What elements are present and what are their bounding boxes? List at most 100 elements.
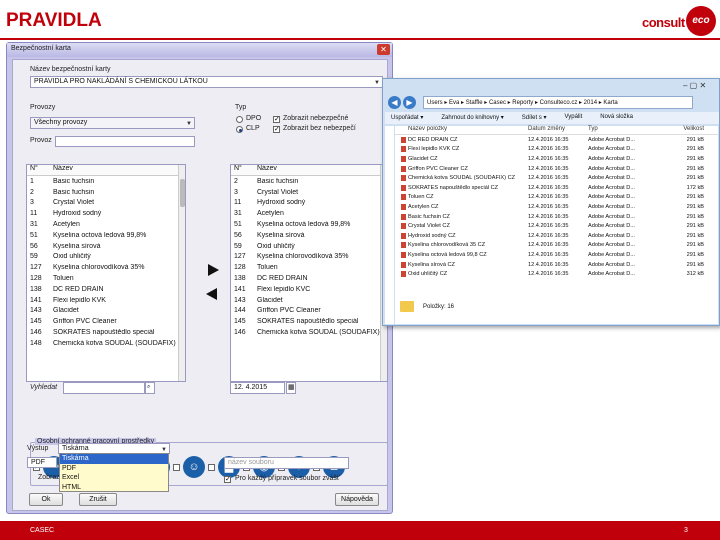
list-item[interactable]: 3 Crystal Violet [231, 187, 387, 198]
window-controls[interactable]: – ▢ ✕ [683, 81, 706, 90]
file-row[interactable]: Flexi lepidlo KVK CZ 12.4.2016 16:35 Adobe… [395, 145, 718, 155]
navigation-pane[interactable] [385, 126, 394, 324]
list-item[interactable]: 56 Kyselina sírová [231, 230, 387, 241]
ppe-checkbox[interactable] [173, 463, 180, 471]
ppe-checkbox[interactable] [208, 463, 215, 471]
col-name-header[interactable]: Název [53, 165, 73, 175]
available-substances-list[interactable]: N° Název 1 Basic fuchsin 2 Basic fuchsin 3 Cr… [26, 164, 186, 382]
file-row[interactable]: Toluen CZ 12.4.2016 16:35 Adobe Acrobat D.… [395, 193, 718, 203]
list-item[interactable]: 141 Flexi lepidlo KVK [27, 295, 185, 306]
col-number-header[interactable]: N° [231, 165, 257, 175]
forward-icon[interactable]: ▶ [403, 96, 416, 109]
list-item[interactable]: 3 Crystal Violet [27, 198, 185, 209]
output-option[interactable]: Excel [60, 473, 168, 483]
list-item[interactable]: 138 DC RED DRAIN [27, 284, 185, 295]
file-size: 312 kB [686, 271, 704, 278]
col-name[interactable]: Název položky [408, 126, 528, 134]
file-row[interactable]: Chemická kotva SOUDAL (SOUDAFIX) CZ 12.4.… [395, 173, 718, 183]
list-item[interactable]: 143 Glacidet [27, 306, 185, 317]
list-item[interactable]: 59 Oxid uhličitý [27, 252, 185, 263]
file-list[interactable]: Název položky Datum změny Typ Velikost D… [395, 126, 718, 324]
list-item[interactable]: 146 Chemická kotva SOUDAL (SOUDAFIX) [231, 327, 387, 338]
dialog-titlebar[interactable]: Bezpečnostní karta [7, 43, 392, 57]
checkbox-file-per-product[interactable]: ✓ [224, 476, 231, 483]
ok-button[interactable]: Ok [29, 493, 63, 506]
col-number-header[interactable]: N° [27, 165, 53, 175]
calendar-icon[interactable]: ▦ [286, 382, 296, 394]
list-item[interactable]: 127 Kyselina chlorovodíková 35% [27, 262, 185, 273]
list-item[interactable]: 141 Flexi lepidlo KVC [231, 284, 387, 295]
file-row[interactable]: Griffon PVC Cleaner CZ 12.4.2016 16:35 Ado… [395, 164, 718, 174]
move-right-arrow-icon[interactable] [208, 264, 219, 276]
list-item[interactable]: 128 Toluen [231, 262, 387, 273]
col-name-header[interactable]: Název [257, 165, 277, 175]
provozy-select[interactable]: Všechny provozy ▼ [30, 117, 195, 129]
list-item[interactable]: 51 Kyselina octová ledová 99,8% [27, 230, 185, 241]
file-row[interactable]: DC RED DRAIN CZ 12.4.2016 16:35 Adobe Acro… [395, 135, 718, 145]
list-item[interactable]: 145 SOKRATES napouštědlo speciál [231, 316, 387, 327]
cancel-button[interactable]: Zrušit [79, 493, 117, 506]
sheet-name-select[interactable]: PRAVIDLA PRO NAKLÁDÁNÍ S CHEMICKOU LÁTKO… [30, 76, 383, 88]
file-row[interactable]: Oxid uhličitý CZ 12.4.2016 16:35 Adobe Acr… [395, 269, 718, 279]
help-button[interactable]: Nápověda [335, 493, 379, 506]
search-input[interactable] [63, 382, 145, 394]
list-item[interactable]: 31 Acetylen [231, 208, 387, 219]
list-item[interactable]: 2 Basic fuchsin [231, 176, 387, 187]
toolbar-include-library[interactable]: Zahrnout do knihovny ▾ [441, 114, 503, 122]
list-item[interactable]: 138 DC RED DRAIN [231, 273, 387, 284]
toolbar-burn[interactable]: Vypálit [564, 114, 582, 122]
list-item[interactable]: 11 Hydroxid sodný [231, 198, 387, 209]
list-item[interactable]: 128 Toluen [27, 273, 185, 284]
file-row[interactable]: Hydroxid sodný CZ 12.4.2016 16:35 Adobe Ac… [395, 231, 718, 241]
file-row[interactable]: Kyselina sírová CZ 12.4.2016 16:35 Adobe A… [395, 260, 718, 270]
list-item[interactable]: 146 SOKRATES napouštědlo speciál [27, 327, 185, 338]
radio-clp[interactable] [236, 126, 243, 133]
file-row[interactable]: Kyselina chlorovodíková 35 CZ 12.4.2016 1… [395, 241, 718, 251]
search-icon[interactable]: ⌕ [145, 382, 155, 394]
list-item[interactable]: 144 Griffon PVC Cleaner [231, 306, 387, 317]
scrollbar[interactable] [178, 165, 185, 381]
show-hazardous-label: Zobrazit nebezpečné [283, 115, 349, 122]
checkbox-show-nonhazardous[interactable]: ✓ [273, 126, 280, 133]
list-item[interactable]: 2 Basic fuchsin [27, 187, 185, 198]
pdf-select[interactable]: PDF [27, 457, 57, 468]
dialog-close-button[interactable]: ✕ [377, 44, 390, 55]
output-dropdown-list[interactable]: Tiskárna PDF Excel HTML [59, 453, 169, 492]
toolbar-share[interactable]: Sdílet s ▾ [522, 114, 547, 122]
provozy-value: Všechny provozy [34, 119, 88, 126]
file-row[interactable]: Kyselina octová ledová 99,8 CZ 12.4.2016 … [395, 250, 718, 260]
list-item[interactable]: 127 Kyselina chlorovodíková 35% [231, 252, 387, 263]
radio-dpo[interactable] [236, 116, 243, 123]
output-option[interactable]: PDF [60, 464, 168, 474]
toolbar-organize[interactable]: Uspořádat ▾ [391, 114, 423, 122]
list-item[interactable]: 143 Glacidet [231, 295, 387, 306]
output-option[interactable]: Tiskárna [60, 454, 168, 464]
list-item[interactable]: 11 Hydroxid sodný [27, 208, 185, 219]
move-left-arrow-icon[interactable] [206, 288, 217, 300]
item-name: DC RED DRAIN [53, 285, 104, 293]
list-item[interactable]: 31 Acetylen [27, 219, 185, 230]
filename-input[interactable]: název souboru [224, 457, 349, 469]
date-field[interactable]: 12. 4.2015 [230, 382, 285, 394]
provoz-input[interactable] [55, 136, 195, 147]
list-item[interactable]: 148 Chemická kotva SOUDAL (SOUDAFIX) [27, 338, 185, 349]
file-row[interactable]: SOKRATES napouštědlo speciál CZ 12.4.2016… [395, 183, 718, 193]
selected-substances-list[interactable]: N° Název 2 Basic fuchsin 3 Crystal Violet 11… [230, 164, 388, 382]
checkbox-show-hazardous[interactable]: ✓ [273, 116, 280, 123]
output-option[interactable]: HTML [60, 483, 168, 493]
file-row[interactable]: Glacidet CZ 12.4.2016 16:35 Adobe Acrobat … [395, 154, 718, 164]
file-row[interactable]: Basic fuchsin CZ 12.4.2016 16:35 Adobe Acr… [395, 212, 718, 222]
list-item[interactable]: 51 Kyselina octová ledová 99,8% [231, 219, 387, 230]
address-bar[interactable]: Users ▸ Eva ▸ Staffle ▸ Casec ▸ Reporty … [423, 96, 693, 109]
list-item[interactable]: 56 Kyselina sírová [27, 241, 185, 252]
file-row[interactable]: Crystal Violet CZ 12.4.2016 16:35 Adobe Ac… [395, 221, 718, 231]
back-icon[interactable]: ◀ [388, 96, 401, 109]
list-item[interactable]: 1 Basic fuchsin [27, 176, 185, 187]
toolbar-new-folder[interactable]: Nová složka [600, 114, 633, 122]
list-item[interactable]: 59 Oxid uhličitý [231, 241, 387, 252]
col-type[interactable]: Typ [588, 126, 654, 134]
col-size[interactable]: Velikost [654, 126, 704, 134]
file-row[interactable]: Acetylen CZ 12.4.2016 16:35 Adobe Acrobat … [395, 202, 718, 212]
col-date[interactable]: Datum změny [528, 126, 588, 134]
list-item[interactable]: 145 Griffon PVC Cleaner [27, 316, 185, 327]
